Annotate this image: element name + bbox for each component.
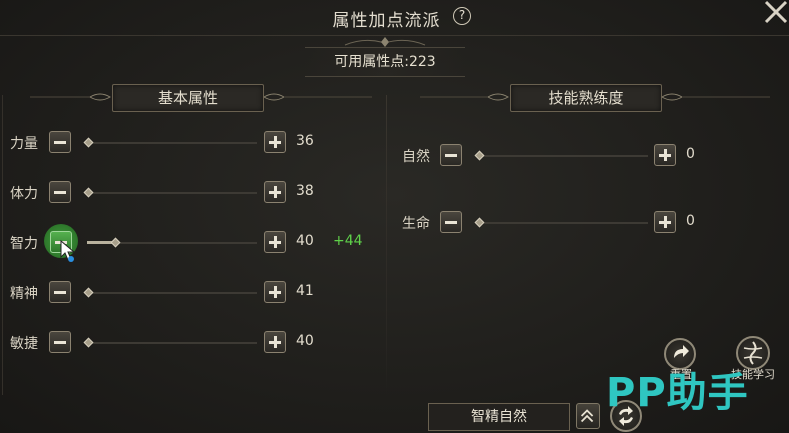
left-header-ornament-left bbox=[30, 93, 111, 101]
minus-button[interactable] bbox=[49, 181, 71, 203]
attribute-value: 40 bbox=[296, 333, 314, 349]
close-icon[interactable] bbox=[760, 0, 789, 28]
slider-handle[interactable] bbox=[83, 337, 94, 348]
plus-icon-v bbox=[273, 286, 277, 298]
left-header-ornament-right bbox=[263, 93, 372, 101]
attribute-value: 36 bbox=[296, 133, 314, 149]
window-title-text: 属性加点流派 bbox=[332, 11, 441, 31]
minus-icon bbox=[445, 154, 457, 157]
slider-track[interactable] bbox=[87, 342, 257, 344]
slider-handle[interactable] bbox=[110, 237, 121, 248]
right-header-ornament-left bbox=[420, 93, 509, 101]
plus-button[interactable] bbox=[264, 281, 286, 303]
attribute-value: 40 bbox=[296, 233, 314, 249]
attribute-label: 体力 bbox=[10, 186, 38, 202]
slider-track[interactable] bbox=[87, 292, 257, 294]
attribute-value: 0 bbox=[686, 146, 695, 162]
expand-up-button[interactable] bbox=[576, 403, 600, 429]
minus-icon bbox=[54, 341, 66, 344]
left-edge bbox=[2, 95, 3, 395]
right-header-ornament-right bbox=[661, 93, 770, 101]
minus-button[interactable] bbox=[440, 144, 462, 166]
school-name-box[interactable]: 智精自然 bbox=[428, 403, 570, 431]
double-chevron-up-icon bbox=[580, 409, 594, 423]
help-glyph: ? bbox=[458, 8, 466, 22]
minus-button[interactable] bbox=[49, 131, 71, 153]
bonus-value: +44 bbox=[333, 233, 363, 249]
left-panel-header: 基本属性 bbox=[112, 84, 264, 112]
minus-icon bbox=[445, 221, 457, 224]
skill-row: 自然 0 bbox=[402, 142, 722, 170]
attribute-label: 自然 bbox=[402, 149, 430, 165]
minus-button[interactable] bbox=[49, 281, 71, 303]
attribute-row: 体力 38 bbox=[10, 179, 380, 207]
skill-row: 生命 0 bbox=[402, 209, 722, 237]
right-panel-header: 技能熟练度 bbox=[510, 84, 662, 112]
slider-track[interactable] bbox=[478, 155, 648, 157]
mouse-cursor-icon bbox=[60, 240, 76, 262]
minus-icon bbox=[54, 291, 66, 294]
plus-icon-v bbox=[663, 216, 667, 228]
slider-handle[interactable] bbox=[83, 287, 94, 298]
window-title: 属性加点流派 bbox=[0, 6, 789, 31]
slider-handle[interactable] bbox=[83, 137, 94, 148]
plus-button[interactable] bbox=[264, 131, 286, 153]
attribute-value: 38 bbox=[296, 183, 314, 199]
plus-button[interactable] bbox=[654, 144, 676, 166]
minus-button[interactable] bbox=[49, 331, 71, 353]
attribute-label: 力量 bbox=[10, 136, 38, 152]
slider-track[interactable] bbox=[478, 222, 648, 224]
attribute-label: 生命 bbox=[402, 216, 430, 232]
attribute-row: 力量 36 bbox=[10, 129, 380, 157]
watermark-logo: PP助手 bbox=[606, 370, 749, 416]
plus-icon-v bbox=[273, 186, 277, 198]
slider-handle[interactable] bbox=[83, 187, 94, 198]
slider-track[interactable] bbox=[87, 142, 257, 144]
attribute-row: 敏捷 40 bbox=[10, 329, 380, 357]
plus-icon-v bbox=[273, 136, 277, 148]
attribute-value: 41 bbox=[296, 283, 314, 299]
help-icon[interactable]: ? bbox=[453, 7, 471, 25]
panel-divider bbox=[386, 95, 387, 395]
attribute-value: 0 bbox=[686, 213, 695, 229]
slider-track[interactable] bbox=[87, 192, 257, 194]
attribute-label: 智力 bbox=[10, 236, 38, 252]
available-points: 可用属性点:223 bbox=[305, 47, 465, 77]
slider-handle[interactable] bbox=[474, 217, 485, 228]
plus-button[interactable] bbox=[654, 211, 676, 233]
minus-icon bbox=[54, 141, 66, 144]
minus-button[interactable] bbox=[440, 211, 462, 233]
minus-icon bbox=[54, 191, 66, 194]
attribute-label: 精神 bbox=[10, 286, 38, 302]
plus-icon-v bbox=[273, 336, 277, 348]
plus-icon-v bbox=[663, 149, 667, 161]
plus-button[interactable] bbox=[264, 231, 286, 253]
plus-button[interactable] bbox=[264, 331, 286, 353]
plus-icon-v bbox=[273, 236, 277, 248]
attribute-row: 精神 41 bbox=[10, 279, 380, 307]
attribute-label: 敏捷 bbox=[10, 336, 38, 352]
plus-button[interactable] bbox=[264, 181, 286, 203]
slider-handle[interactable] bbox=[474, 150, 485, 161]
